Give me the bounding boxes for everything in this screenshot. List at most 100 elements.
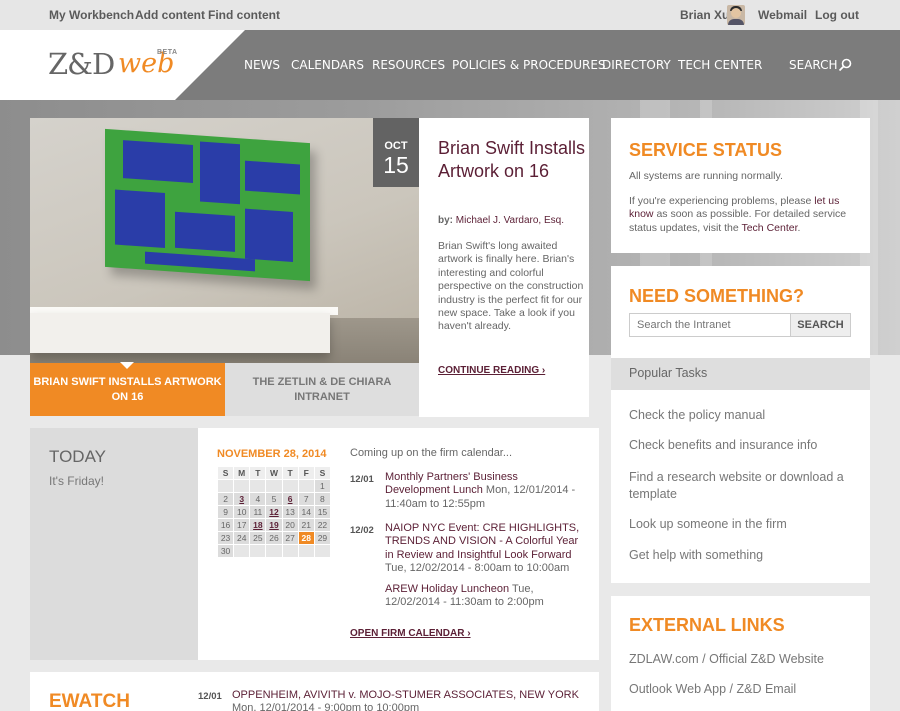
continue-reading-link[interactable]: CONTINUE READING ›	[438, 365, 545, 376]
calendar-empty-cell	[266, 480, 282, 492]
feature-date-badge: OCT 15	[373, 118, 419, 187]
ewatch-date: 12/01	[198, 691, 222, 702]
calendar-day[interactable]: 18	[250, 519, 266, 531]
calendar-day[interactable]: 28	[298, 532, 314, 544]
avatar[interactable]	[727, 5, 745, 25]
nav-news[interactable]: NEWS	[244, 58, 280, 72]
webmail-link[interactable]: Webmail	[758, 8, 807, 22]
event-item: Monthly Partners' Business Development L…	[385, 471, 581, 511]
open-calendar-link[interactable]: OPEN FIRM CALENDAR ›	[350, 628, 471, 639]
popular-tasks-heading: Popular Tasks	[611, 358, 870, 390]
calendar-day: 1	[314, 480, 330, 492]
calendar-empty-cell	[218, 480, 234, 492]
my-workbench-link[interactable]: My Workbench	[49, 8, 134, 22]
status-help-text: If you're experiencing problems, please …	[629, 195, 853, 235]
nav-policies[interactable]: POLICIES & PROCEDURES	[452, 58, 606, 72]
calendar-day: 22	[314, 519, 330, 531]
status-help-p3: .	[797, 221, 801, 234]
task-link[interactable]: Check the policy manual	[629, 407, 859, 424]
find-content-link[interactable]: Find content	[208, 8, 280, 22]
calendar-day[interactable]: 19	[266, 519, 282, 531]
nav-search[interactable]: SEARCH	[789, 58, 838, 72]
calendar-day: 11	[250, 506, 266, 518]
feature-tab-active[interactable]: BRIAN SWIFT INSTALLS ARTWORK ON 16	[30, 363, 225, 416]
calendar-empty-cell	[314, 545, 330, 557]
add-content-link[interactable]: Add content	[135, 8, 205, 22]
calendar-day: 7	[298, 493, 314, 505]
logout-link[interactable]: Log out	[815, 8, 859, 22]
weekday-header: M	[234, 467, 250, 479]
feature-body: Brian Swift's long awaited artwork is fi…	[438, 240, 584, 333]
ewatch-item-details: Mon, 12/01/2014 - 9:00pm to 10:00pm	[232, 702, 420, 711]
calendar-day[interactable]: 3	[234, 493, 250, 505]
site-header: Z&D web BETA NEWS CALENDARS RESOURCES PO…	[0, 30, 900, 100]
nav-tech-center[interactable]: TECH CENTER	[678, 58, 762, 72]
calendar-empty-cell	[266, 545, 282, 557]
ewatch-item: OPPENHEIM, AVIVITH v. MOJO-STUMER ASSOCI…	[232, 689, 592, 711]
status-help-p1: If you're experiencing problems, please	[629, 195, 812, 207]
site-logo[interactable]: Z&D web BETA	[0, 30, 245, 100]
calendar-day: 15	[314, 506, 330, 518]
weekday-header: S	[314, 467, 330, 479]
calendar-day: 21	[298, 519, 314, 531]
weekday-header: T	[282, 467, 298, 479]
task-link[interactable]: Check benefits and insurance info	[629, 437, 859, 454]
bench	[30, 313, 330, 353]
external-link[interactable]: Outlook Web App / Z&D Email	[629, 682, 796, 696]
feature-title[interactable]: Brian Swift Installs Artwork on 16	[438, 137, 588, 183]
calendar-day: 23	[218, 532, 234, 544]
calendar-empty-cell	[234, 545, 250, 557]
status-normal-text: All systems are running normally.	[629, 170, 783, 182]
calendar-day: 16	[218, 519, 234, 531]
calendar-day: 13	[282, 506, 298, 518]
calendar-empty-cell	[282, 545, 298, 557]
event-item: NAIOP NYC Event: CRE HIGHLIGHTS, TRENDS …	[385, 522, 581, 576]
intranet-search-button[interactable]: SEARCH	[790, 313, 851, 337]
calendar-empty-cell	[298, 545, 314, 557]
calendar-day: 10	[234, 506, 250, 518]
upcoming-heading: Coming up on the firm calendar...	[350, 447, 513, 459]
calendar-day[interactable]: 6	[282, 493, 298, 505]
calendar-day: 25	[250, 532, 266, 544]
ewatch-item-title[interactable]: OPPENHEIM, AVIVITH v. MOJO-STUMER ASSOCI…	[232, 689, 579, 701]
nav-directory[interactable]: DIRECTORY	[602, 58, 671, 72]
mini-calendar: SMTWTFS 1 2 3 4 5 6 7 8 9 10 11 12 13 14 15 16 17 18 19 20 2…	[217, 466, 331, 558]
calendar-day: 2	[218, 493, 234, 505]
feature-tab-inactive[interactable]: THE ZETLIN & DE CHIARA INTRANET	[225, 363, 419, 416]
tech-center-link[interactable]: Tech Center	[741, 222, 797, 234]
logo-zd-text: Z&D	[48, 47, 115, 81]
nav-resources[interactable]: RESOURCES	[372, 58, 445, 72]
intranet-search-input[interactable]	[629, 313, 791, 337]
calendar-day: 27	[282, 532, 298, 544]
nav-calendars[interactable]: CALENDARS	[291, 58, 364, 72]
service-status-title: SERVICE STATUS	[629, 140, 783, 160]
feature-author[interactable]: Michael J. Vardaro, Esq.	[456, 215, 564, 226]
event-title[interactable]: AREW Holiday Luncheon	[385, 583, 509, 595]
artwork-image	[105, 128, 310, 282]
task-link[interactable]: Look up someone in the firm	[629, 516, 859, 533]
calendar-day: 20	[282, 519, 298, 531]
task-link[interactable]: Get help with something	[629, 547, 859, 564]
calendar-day: 4	[250, 493, 266, 505]
event-details: Tue, 12/02/2014 - 8:00am to 10:00am	[385, 562, 570, 575]
calendar-day: 26	[266, 532, 282, 544]
byline-label: by:	[438, 215, 453, 226]
calendar-date-heading: NOVEMBER 28, 2014	[217, 448, 327, 460]
weekday-header: W	[266, 467, 282, 479]
active-tab-pointer	[120, 362, 134, 369]
search-icon[interactable]	[838, 58, 852, 72]
calendar-day: 24	[234, 532, 250, 544]
feature-month: OCT	[384, 140, 408, 152]
event-date: 12/01	[350, 474, 374, 485]
event-title[interactable]: NAIOP NYC Event: CRE HIGHLIGHTS, TRENDS …	[385, 522, 579, 561]
calendar-day[interactable]: 12	[266, 506, 282, 518]
need-something-title: NEED SOMETHING?	[629, 286, 805, 306]
user-name-link[interactable]: Brian Xu	[680, 8, 729, 22]
external-link[interactable]: ZDLAW.com / Official Z&D Website	[629, 652, 824, 666]
feature-byline: by: Michael J. Vardaro, Esq.	[438, 215, 564, 226]
task-link[interactable]: Find a research website or download a te…	[629, 469, 859, 503]
weekday-header: F	[298, 467, 314, 479]
calendar-day: 29	[314, 532, 330, 544]
feature-photo[interactable]	[30, 118, 419, 363]
weekday-header: S	[218, 467, 234, 479]
